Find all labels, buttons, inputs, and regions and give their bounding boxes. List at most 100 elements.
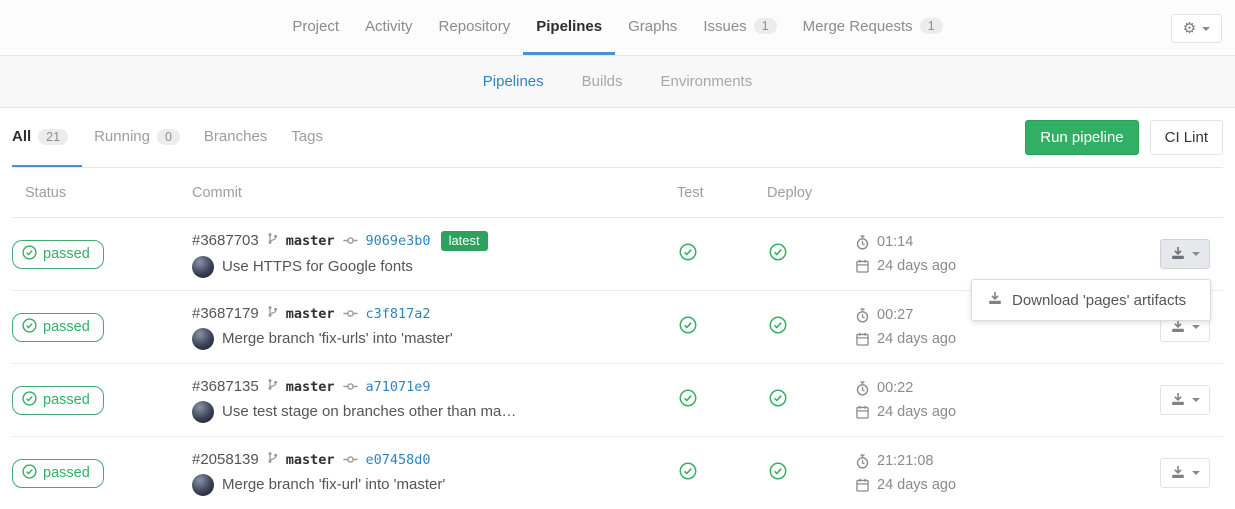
avatar[interactable] bbox=[192, 401, 214, 423]
pipeline-duration: 01:14 bbox=[877, 230, 913, 254]
run-pipeline-button[interactable]: Run pipeline bbox=[1025, 120, 1138, 155]
avatar[interactable] bbox=[192, 474, 214, 496]
header-test: Test bbox=[677, 185, 767, 201]
top-nav-project[interactable]: Project bbox=[279, 0, 352, 55]
commit-message-link[interactable]: Merge branch 'fix-urls' into 'master' bbox=[222, 330, 453, 347]
avatar[interactable] bbox=[192, 256, 214, 278]
download-pages-artifacts-item[interactable]: Download 'pages' artifacts bbox=[972, 280, 1210, 320]
top-nav-graphs[interactable]: Graphs bbox=[615, 0, 690, 55]
branch-icon bbox=[267, 232, 278, 250]
header-deploy: Deploy bbox=[767, 185, 855, 201]
commit-icon bbox=[343, 305, 358, 323]
actions-cell bbox=[965, 385, 1223, 415]
subnav-environments[interactable]: Environments bbox=[661, 73, 753, 90]
check-circle-icon bbox=[22, 391, 37, 410]
caret-down-icon bbox=[1192, 252, 1200, 256]
commit-sha-link[interactable]: c3f817a2 bbox=[366, 306, 431, 322]
test-passed-icon[interactable] bbox=[679, 389, 697, 407]
header-commit: Commit bbox=[192, 185, 677, 201]
test-passed-icon[interactable] bbox=[679, 243, 697, 261]
deploy-stage-cell bbox=[767, 389, 855, 412]
artifacts-download-button[interactable] bbox=[1160, 385, 1210, 415]
commit-message-link[interactable]: Use HTTPS for Google fonts bbox=[222, 258, 413, 275]
top-nav-activity[interactable]: Activity bbox=[352, 0, 426, 55]
download-icon bbox=[1171, 319, 1185, 336]
top-nav-repository[interactable]: Repository bbox=[426, 0, 524, 55]
pipeline-age: 24 days ago bbox=[877, 400, 956, 424]
tab-running[interactable]: Running 0 bbox=[82, 108, 192, 167]
status-label: passed bbox=[43, 319, 90, 335]
avatar[interactable] bbox=[192, 328, 214, 350]
commit-message-link[interactable]: Use test stage on branches other than ma… bbox=[222, 403, 516, 420]
status-badge[interactable]: passed bbox=[12, 386, 104, 415]
deploy-passed-icon[interactable] bbox=[769, 389, 787, 407]
status-cell: passed bbox=[12, 386, 192, 415]
commit-message-link[interactable]: Merge branch 'fix-url' into 'master' bbox=[222, 476, 445, 493]
branch-link[interactable]: master bbox=[286, 233, 335, 249]
subnav-builds[interactable]: Builds bbox=[582, 73, 623, 90]
tab-branches[interactable]: Branches bbox=[192, 108, 279, 167]
dropdown-item-label: Download 'pages' artifacts bbox=[1012, 292, 1186, 309]
deploy-passed-icon[interactable] bbox=[769, 243, 787, 261]
test-passed-icon[interactable] bbox=[679, 316, 697, 334]
test-stage-cell bbox=[677, 462, 767, 485]
issues-count-badge: 1 bbox=[754, 18, 777, 34]
ci-lint-button[interactable]: CI Lint bbox=[1150, 120, 1223, 155]
pipeline-duration: 00:27 bbox=[877, 303, 913, 327]
commit-icon bbox=[343, 378, 358, 396]
deploy-stage-cell bbox=[767, 462, 855, 485]
pipeline-row: passed #3687135 master a71071e9 Use test… bbox=[12, 364, 1223, 437]
tab-all-label: All bbox=[12, 128, 31, 145]
branch-link[interactable]: master bbox=[286, 379, 335, 395]
status-badge[interactable]: passed bbox=[12, 313, 104, 342]
merge-requests-count-badge: 1 bbox=[920, 18, 943, 34]
commit-cell: #2058139 master e07458d0 Merge branch 'f… bbox=[192, 451, 677, 496]
pipeline-age: 24 days ago bbox=[877, 254, 956, 278]
pipeline-age: 24 days ago bbox=[877, 327, 956, 351]
artifacts-download-button[interactable] bbox=[1160, 458, 1210, 488]
commit-sha-link[interactable]: 9069e3b0 bbox=[366, 233, 431, 249]
commit-sha-link[interactable]: e07458d0 bbox=[366, 452, 431, 468]
pipelines-page: Project Activity Repository Pipelines Gr… bbox=[0, 0, 1235, 509]
branch-icon bbox=[267, 378, 278, 396]
caret-down-icon bbox=[1192, 471, 1200, 475]
pipeline-row: passed #2058139 master e07458d0 Merge br… bbox=[12, 437, 1223, 509]
branch-icon bbox=[267, 305, 278, 323]
stopwatch-icon bbox=[855, 308, 869, 323]
artifacts-download-button[interactable] bbox=[1160, 239, 1210, 269]
top-nav-issues[interactable]: Issues 1 bbox=[690, 0, 789, 55]
deploy-passed-icon[interactable] bbox=[769, 462, 787, 480]
tab-all[interactable]: All 21 bbox=[12, 108, 82, 167]
branch-link[interactable]: master bbox=[286, 452, 335, 468]
project-settings-button[interactable]: ⚙ bbox=[1171, 14, 1222, 43]
status-cell: passed bbox=[12, 313, 192, 342]
filter-tabs: All 21 Running 0 Branches Tags bbox=[12, 108, 335, 167]
test-stage-cell bbox=[677, 316, 767, 339]
top-nav-merge-requests[interactable]: Merge Requests 1 bbox=[790, 0, 956, 55]
tab-tags[interactable]: Tags bbox=[279, 108, 335, 167]
pipeline-age: 24 days ago bbox=[877, 473, 956, 497]
deploy-stage-cell bbox=[767, 243, 855, 266]
subnav-pipelines[interactable]: Pipelines bbox=[483, 73, 544, 90]
pipeline-id-link[interactable]: #3687703 bbox=[192, 232, 259, 249]
branch-link[interactable]: master bbox=[286, 306, 335, 322]
status-badge[interactable]: passed bbox=[12, 240, 104, 269]
deploy-passed-icon[interactable] bbox=[769, 316, 787, 334]
pipeline-id-link[interactable]: #3687135 bbox=[192, 378, 259, 395]
header-status: Status bbox=[12, 185, 192, 201]
calendar-icon bbox=[855, 332, 869, 346]
commit-sha-link[interactable]: a71071e9 bbox=[366, 379, 431, 395]
top-nav-pipelines[interactable]: Pipelines bbox=[523, 0, 615, 55]
stopwatch-icon bbox=[855, 235, 869, 250]
check-circle-icon bbox=[22, 318, 37, 337]
top-nav-issues-label: Issues bbox=[703, 18, 746, 35]
test-stage-cell bbox=[677, 389, 767, 412]
artifacts-dropdown-menu: Download 'pages' artifacts bbox=[971, 279, 1211, 321]
test-passed-icon[interactable] bbox=[679, 462, 697, 480]
stopwatch-icon bbox=[855, 381, 869, 396]
pipeline-id-link[interactable]: #3687179 bbox=[192, 305, 259, 322]
status-badge[interactable]: passed bbox=[12, 459, 104, 488]
pipeline-id-link[interactable]: #2058139 bbox=[192, 451, 259, 468]
status-label: passed bbox=[43, 465, 90, 481]
commit-cell: #3687703 master 9069e3b0 latest Use HTTP… bbox=[192, 231, 677, 278]
